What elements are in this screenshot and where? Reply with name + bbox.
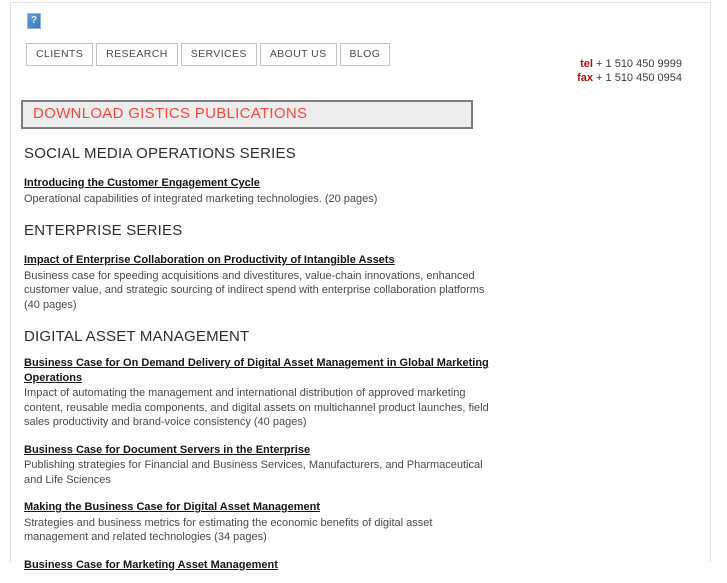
publication-item: Making the Business Case for Digital Ass…	[24, 497, 504, 545]
publication-link[interactable]: Making the Business Case for Digital Ass…	[24, 500, 320, 515]
publication-link[interactable]: Impact of Enterprise Collaboration on Pr…	[24, 253, 395, 268]
publication-item: Business Case for On Demand Delivery of …	[24, 356, 504, 430]
publication-item: Impact of Enterprise Collaboration on Pr…	[24, 250, 504, 312]
nav-item-research[interactable]: RESEARCH	[96, 43, 178, 66]
fax-line: fax + 1 510 450 0954	[577, 72, 682, 86]
publications-list: SOCIAL MEDIA OPERATIONS SERIES Introduci…	[24, 129, 504, 583]
section-heading-enterprise: ENTERPRISE SERIES	[24, 222, 183, 239]
page-container: ? CLIENTS RESEARCH SERVICES ABOUT US BLO…	[10, 2, 711, 571]
fax-label: fax	[577, 71, 593, 84]
publication-link-partial[interactable]: Business Case for Marketing Asset Manage…	[24, 558, 278, 573]
section-heading-social-media: SOCIAL MEDIA OPERATIONS SERIES	[24, 145, 296, 162]
contact-info: tel + 1 510 450 9999 fax + 1 510 450 095…	[577, 58, 682, 85]
nav-item-about-us[interactable]: ABOUT US	[259, 43, 337, 66]
publication-description: Publishing strategies for Financial and …	[24, 459, 483, 486]
publication-link[interactable]: Introducing the Customer Engagement Cycl…	[24, 176, 260, 191]
publication-description: Business case for speeding acquisitions …	[24, 269, 485, 311]
publication-item: Business Case for Document Servers in th…	[24, 440, 504, 488]
publication-link[interactable]: Business Case for On Demand Delivery of …	[24, 356, 489, 385]
publication-item-partial: Business Case for Marketing Asset Manage…	[24, 555, 504, 574]
tel-value: + 1 510 450 9999	[596, 58, 682, 70]
nav-item-blog[interactable]: BLOG	[339, 43, 391, 66]
publication-description: Impact of automating the management and …	[24, 387, 489, 428]
publication-link[interactable]: Business Case for Document Servers in th…	[24, 443, 310, 458]
tel-line: tel + 1 510 450 9999	[577, 58, 682, 72]
fax-value: + 1 510 450 0954	[596, 71, 682, 84]
broken-image-icon[interactable]: ?	[27, 13, 41, 29]
nav-item-services[interactable]: SERVICES	[180, 43, 257, 66]
publication-item: Introducing the Customer Engagement Cycl…	[24, 173, 504, 206]
publication-description: Strategies and business metrics for esti…	[24, 516, 433, 544]
main-nav: CLIENTS RESEARCH SERVICES ABOUT US BLOG	[26, 43, 391, 66]
nav-item-clients[interactable]: CLIENTS	[26, 43, 94, 66]
publication-description: Operational capabilities of integrated m…	[24, 192, 378, 205]
page-title: DOWNLOAD GISTICS PUBLICATIONS	[21, 100, 473, 129]
tel-label: tel	[580, 58, 593, 70]
section-heading-digital-asset-management: DIGITAL ASSET MANAGEMENT	[24, 328, 250, 345]
